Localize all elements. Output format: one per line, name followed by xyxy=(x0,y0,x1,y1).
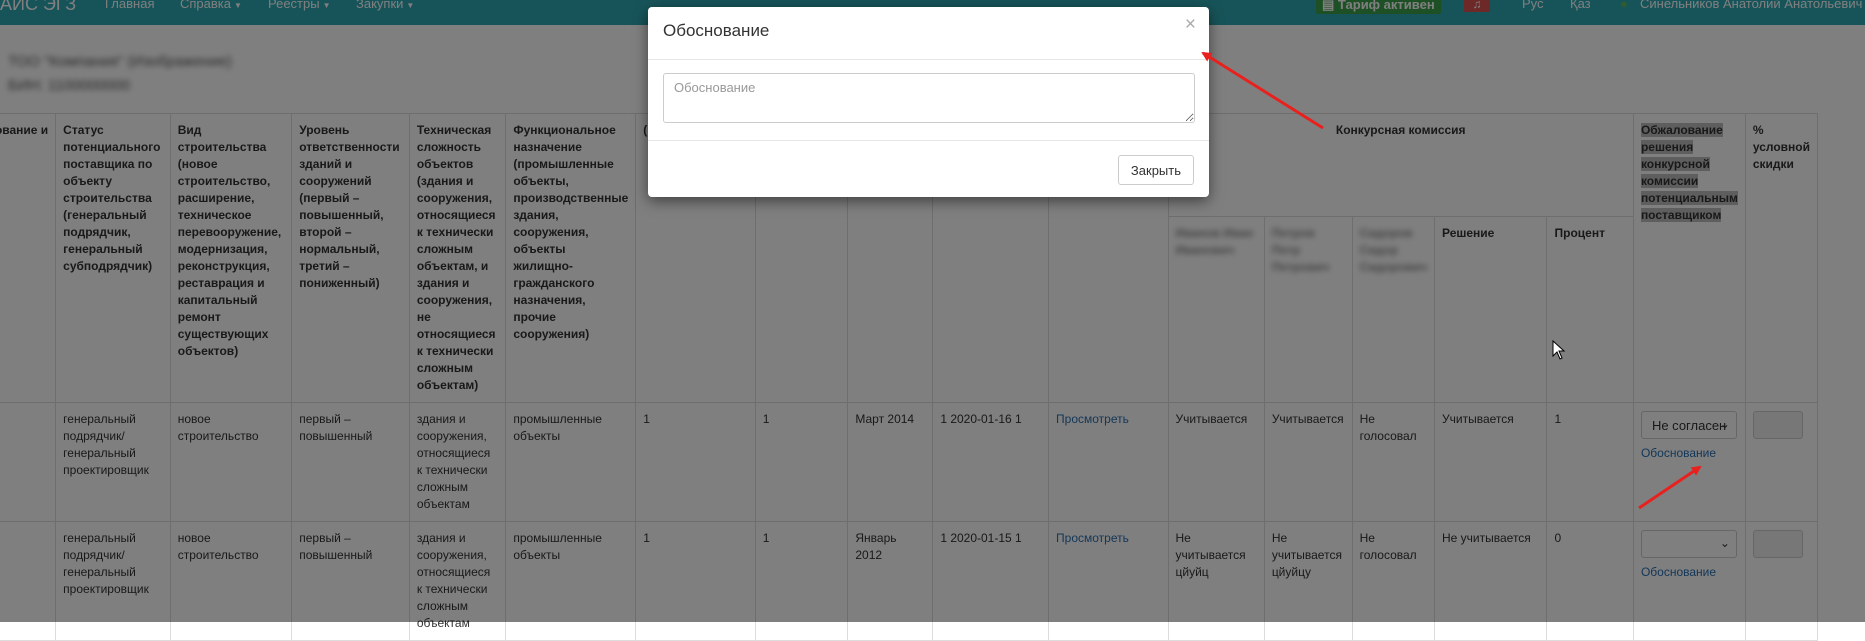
annotation-arrows xyxy=(1201,51,1702,510)
arrow-to-justification-link xyxy=(1638,465,1702,510)
arrow-to-close-icon xyxy=(1201,51,1324,130)
mouse-cursor-icon xyxy=(1552,340,1566,360)
